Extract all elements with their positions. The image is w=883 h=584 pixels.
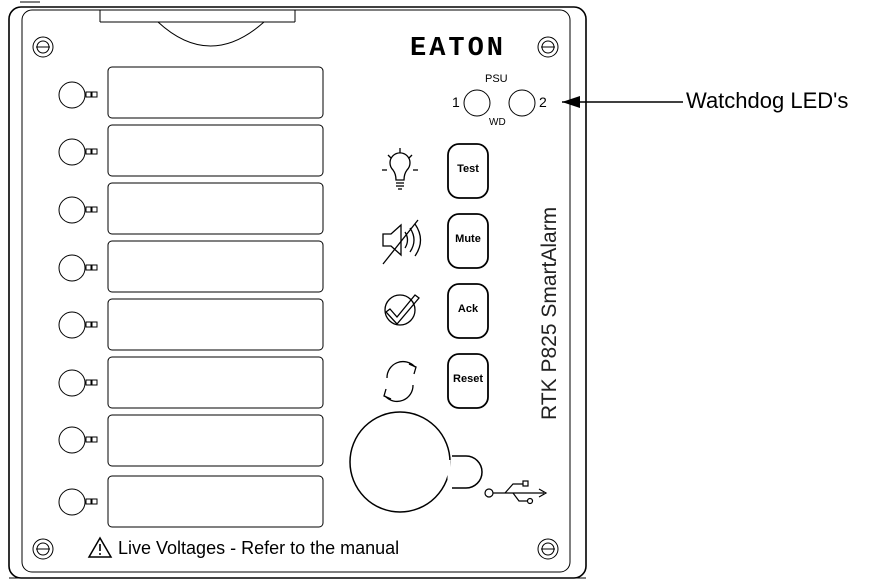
screw-top-right	[537, 36, 559, 58]
reset-button-label: Reset	[453, 373, 483, 385]
alarm-led-2	[58, 138, 86, 166]
watchdog-led-1	[463, 89, 491, 117]
eaton-logo: EATON	[410, 34, 507, 64]
product-name: RTK P825 SmartAlarm	[538, 206, 561, 420]
warning-text: Live Voltages - Refer to the manual	[118, 538, 400, 558]
mute-button-label: Mute	[455, 233, 481, 245]
alarm-led-6	[58, 369, 86, 397]
screw-bottom-right	[537, 538, 559, 560]
alarm-led-5	[58, 311, 86, 339]
ack-button-label: Ack	[457, 303, 479, 315]
alarm-led-7	[58, 426, 86, 454]
screw-top-left	[32, 36, 54, 58]
alarm-led-3	[58, 196, 86, 224]
alarm-led-1	[58, 81, 86, 109]
alarm-led-8	[58, 488, 86, 516]
watchdog-label-1: 1	[452, 94, 460, 110]
watchdog-led-2	[508, 89, 536, 117]
alarm-led-4	[58, 254, 86, 282]
screw-bottom-left	[32, 538, 54, 560]
watchdog-label-psu: PSU	[485, 73, 508, 85]
watchdog-label-wd: WD	[489, 117, 506, 128]
watchdog-callout-text: Watchdog LED's	[686, 88, 849, 113]
test-button-label: Test	[457, 163, 479, 175]
watchdog-label-2: 2	[539, 94, 547, 110]
